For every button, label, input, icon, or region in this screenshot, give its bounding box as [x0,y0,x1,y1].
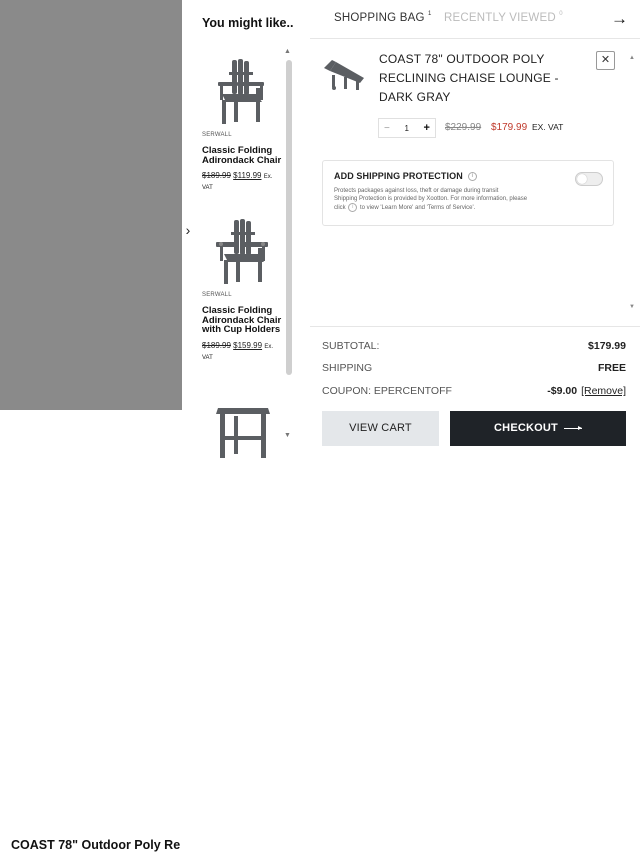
quantity-stepper: − 1 + [378,118,436,138]
coupon-value: -$9.00 [547,385,578,397]
info-icon[interactable]: i [467,172,477,182]
product-old-price: $189.99 [202,171,231,180]
shipping-value: FREE [597,362,626,374]
cart-item-name[interactable]: COAST 78" OUTDOOR POLY RECLINING CHAISE … [379,50,589,107]
summary-divider [310,326,640,327]
tab-label: RECENTLY VIEWED [444,12,556,24]
info-icon[interactable]: i [348,203,358,212]
product-old-price: $189.99 [202,340,231,350]
tabs-divider [310,38,640,39]
shipping-description-line: Protects packages against loss, theft or… [334,188,499,194]
background-product-title: COAST 78" Outdoor Poly Re [11,838,181,852]
tab-shopping-bag[interactable]: SHOPPING BAG 1 [334,11,432,24]
panel-scroll-down-icon[interactable]: ▼ [629,304,635,310]
scroll-down-arrow-icon[interactable]: ▼ [284,432,291,439]
suggestions-column: You might like.. › ▲ ▼ SERWALL Classic F… [182,0,311,461]
shipping-protection-description: Protects packages against loss, theft or… [334,187,569,212]
suggestions-title: You might like.. [202,16,294,30]
product-name[interactable]: Classic Folding Adirondack Chair with Cu… [202,306,284,335]
side-table-image[interactable] [202,394,284,466]
chaise-lounge-image[interactable] [322,56,366,96]
checkout-button[interactable]: CHECKOUT [450,411,626,446]
shipping-protection-label: ADD SHIPPING PROTECTION [334,171,463,181]
checkout-label: CHECKOUT [494,422,558,434]
subtotal-value: $179.99 [588,340,626,352]
arrow-right-icon[interactable]: → [611,9,628,29]
arrow-right-icon [563,425,582,430]
quantity-value[interactable]: 1 [404,124,408,133]
product-price: $189.99 $119.99 Ex. VAT [202,171,284,193]
tab-count: 0 [559,11,563,17]
shipping-label: SHIPPING [322,362,373,374]
shipping-description-text: click [334,205,346,212]
cart-item-old-price: $229.99 [445,122,482,133]
suggestions-scrollbar[interactable] [286,60,292,375]
adirondack-chair-cupholders-image[interactable] [202,216,284,288]
chevron-right-icon[interactable]: › [182,222,194,238]
shipping-protection-toggle[interactable] [575,172,603,186]
product-new-price: $159.99 [233,340,263,350]
shipping-row: SHIPPING FREE [322,362,626,374]
tab-recently-viewed[interactable]: RECENTLY VIEWED 0 [444,11,563,24]
adirondack-chair-image[interactable] [202,56,284,128]
product-new-price: $119.99 [233,171,262,180]
background-title-bar: COAST 78" Outdoor Poly Re [0,410,190,852]
suggestion-card[interactable] [202,394,284,466]
subtotal-row: SUBTOTAL: $179.99 [322,340,626,352]
toggle-knob [577,174,587,184]
product-price: $189.99 $159.99 Ex. VAT [202,341,284,363]
cart-item-sale-price: $179.99 [491,122,528,133]
coupon-row: COUPON: EPERCENTOFF -$9.00 [Remove] [322,385,626,397]
product-brand: SERWALL [202,132,232,138]
remove-item-close-icon[interactable]: ✕ [596,51,615,70]
tab-count: 1 [428,11,432,17]
cart-panel: SHOPPING BAG 1 RECENTLY VIEWED 0 → COAST… [310,0,640,461]
tab-label: SHOPPING BAG [334,12,425,24]
cart-item-vat: EX. VAT [532,122,564,132]
coupon-value-group: -$9.00 [Remove] [547,385,626,397]
product-name[interactable]: Classic Folding Adirondack Chair [202,146,284,165]
subtotal-label: SUBTOTAL: [322,340,380,352]
shipping-description-text: to view 'Learn More' and 'Terms of Servi… [360,205,476,212]
page-overlay[interactable] [0,0,182,461]
shipping-protection-title: ADD SHIPPING PROTECTION i [334,171,477,182]
panel-scroll-up-icon[interactable]: ▲ [629,55,635,61]
scroll-up-arrow-icon[interactable]: ▲ [284,48,291,55]
shipping-description-line: Shipping Protection is provided by Xoott… [334,196,528,202]
coupon-label: COUPON: EPERCENTOFF [322,385,452,397]
view-cart-button[interactable]: VIEW CART [322,411,439,446]
shipping-description-line: click i to view 'Learn More' and 'Terms … [334,203,569,212]
suggestion-card[interactable]: SERWALL Classic Folding Adirondack Chair… [202,56,284,193]
shipping-protection-box: ADD SHIPPING PROTECTION i Protects packag… [322,160,614,226]
product-brand: SERWALL [202,292,232,298]
suggestion-card[interactable]: SERWALL Classic Folding Adirondack Chair… [202,216,284,363]
increase-quantity-button[interactable]: + [424,122,430,134]
decrease-quantity-button[interactable]: − [384,123,390,134]
remove-coupon-link[interactable]: [Remove] [581,385,626,397]
